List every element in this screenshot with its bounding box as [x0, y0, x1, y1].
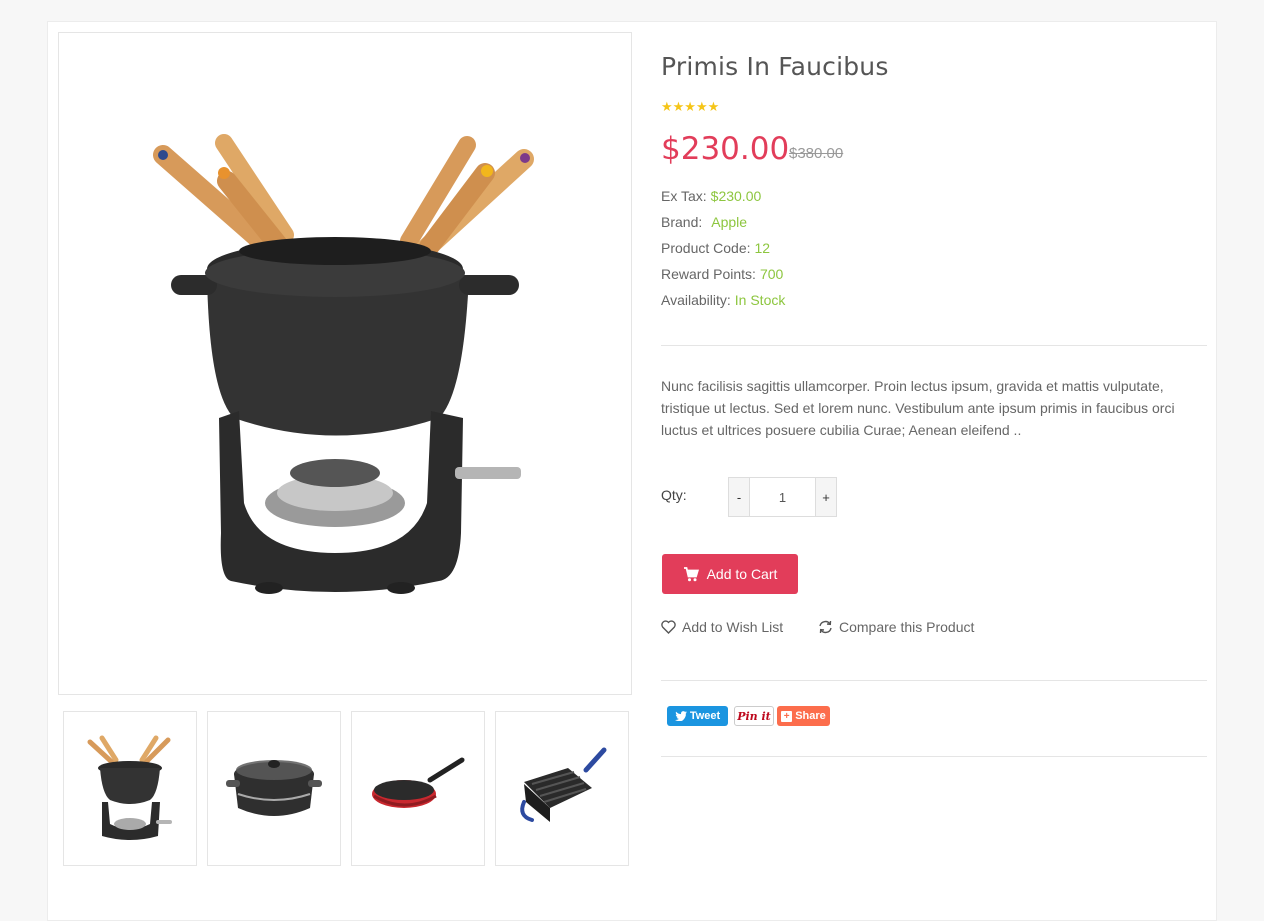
- divider: [661, 680, 1207, 681]
- brand-label: Brand:: [661, 214, 703, 230]
- reward-points-value: 700: [759, 266, 784, 282]
- grill-pan-icon: [520, 747, 607, 822]
- frying-pan-icon: [372, 757, 465, 808]
- product-code-value: 12: [754, 240, 771, 256]
- pin-it-button[interactable]: Pin it: [734, 706, 774, 726]
- ex-tax-row: Ex Tax: $230.00: [661, 188, 761, 204]
- reward-points-label: Reward Points:: [661, 266, 756, 282]
- share-label: Share: [795, 710, 826, 722]
- thumbnail-frying-pan[interactable]: [351, 711, 485, 866]
- stock-pot-icon: [226, 760, 322, 816]
- thumbnail-stock-pot[interactable]: [207, 711, 341, 866]
- wishlist-label: Add to Wish List: [682, 619, 784, 635]
- cart-icon: [683, 566, 699, 581]
- product-code-label: Product Code:: [661, 240, 751, 256]
- tweet-label: Tweet: [689, 710, 721, 722]
- add-to-cart-label: Add to Cart: [706, 566, 778, 582]
- thumbnail-grill-pan[interactable]: [495, 711, 629, 866]
- rating-stars: ★★★★★: [661, 99, 720, 114]
- fondue-thumb-icon: [87, 735, 172, 840]
- ex-tax-value: $230.00: [710, 188, 762, 204]
- reward-points-row: Reward Points: 700: [661, 266, 783, 282]
- twitter-bird-icon: [674, 711, 687, 721]
- add-to-wishlist-link[interactable]: Add to Wish List: [661, 619, 783, 635]
- qty-label: Qty:: [661, 487, 687, 503]
- plus-icon: +: [781, 710, 793, 722]
- refresh-icon: [819, 620, 832, 634]
- product-code-row: Product Code: 12: [661, 240, 770, 256]
- quantity-stepper: - +: [728, 477, 837, 517]
- availability-label: Availability:: [661, 292, 731, 308]
- pin-it-label: Pin it: [737, 709, 771, 723]
- availability-value: In Stock: [734, 292, 786, 308]
- compare-label: Compare this Product: [839, 619, 975, 635]
- ex-tax-label: Ex Tax:: [661, 188, 707, 204]
- tweet-button[interactable]: Tweet: [667, 706, 728, 726]
- heart-icon: [661, 620, 676, 634]
- qty-input[interactable]: [750, 478, 815, 516]
- main-product-image[interactable]: [58, 32, 632, 695]
- qty-increase-button[interactable]: +: [815, 478, 836, 516]
- compare-product-link[interactable]: Compare this Product: [818, 619, 974, 635]
- share-button[interactable]: + Share: [777, 706, 830, 726]
- availability-row: Availability: In Stock: [661, 292, 785, 308]
- qty-decrease-button[interactable]: -: [729, 478, 750, 516]
- fondue-set-illustration: [153, 134, 534, 594]
- brand-row: Brand: Apple: [661, 214, 747, 230]
- current-price: $230.00: [661, 131, 790, 167]
- product-description: Nunc facilisis sagittis ullamcorper. Pro…: [661, 378, 1175, 438]
- old-price: $380.00: [789, 145, 844, 162]
- divider: [661, 756, 1207, 757]
- thumbnail-fondue-set[interactable]: [63, 711, 197, 866]
- brand-link[interactable]: Apple: [711, 214, 747, 230]
- add-to-cart-button[interactable]: Add to Cart: [662, 554, 798, 594]
- product-title: Primis In Faucibus: [661, 52, 889, 81]
- divider: [661, 345, 1207, 346]
